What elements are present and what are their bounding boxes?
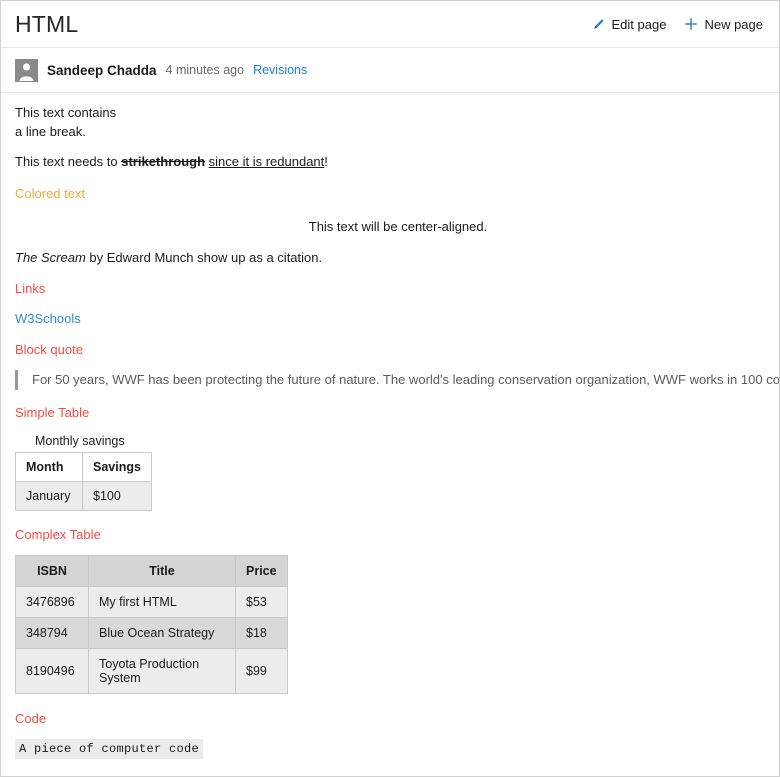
simple-table-cell-savings: $100 — [82, 481, 152, 511]
strike-prefix-text: This text needs to — [15, 154, 122, 169]
strikethrough-text: strikethrough — [121, 154, 206, 169]
table-row: 3476896 My first HTML $53 — [15, 586, 288, 618]
simple-table-header-savings: Savings — [82, 452, 152, 482]
page-title: HTML — [15, 10, 79, 37]
simple-table-header-month: Month — [15, 452, 83, 482]
line-break-paragraph: This text contains a line break. — [1, 103, 779, 141]
new-page-button[interactable]: New page — [684, 17, 763, 32]
revisions-link[interactable]: Revisions — [253, 63, 307, 77]
line-break-line-1: This text contains — [15, 105, 117, 120]
complex-table-header-title: Title — [88, 555, 236, 587]
wiki-page: HTML Edit page New page Sandeep Chadda 4… — [0, 0, 780, 777]
w3schools-link[interactable]: W3Schools — [1, 309, 779, 328]
complex-table-header-price: Price — [235, 555, 288, 587]
user-avatar-icon — [15, 58, 38, 82]
complex-table-cell-title: My first HTML — [88, 586, 236, 618]
strike-suffix-text: ! — [324, 154, 328, 169]
plus-icon — [684, 17, 698, 31]
complex-table-header-isbn: ISBN — [15, 555, 89, 587]
blockquote-text: For 50 years, WWF has been protecting th… — [32, 372, 779, 387]
complex-table-cell-title: Toyota Production System — [88, 648, 236, 694]
byline: Sandeep Chadda 4 minutes ago Revisions — [1, 48, 779, 93]
blockquote: For 50 years, WWF has been protecting th… — [1, 370, 779, 390]
section-heading-block-quote: Block quote — [15, 342, 83, 357]
section-heading-data: Data — [1, 773, 779, 776]
complex-table-cell-title: Blue Ocean Strategy — [88, 617, 236, 649]
simple-table: Month Savings January $100 — [15, 452, 152, 511]
complex-table-cell-isbn: 348794 — [15, 617, 89, 649]
strikethrough-paragraph: This text needs to strikethrough since i… — [1, 152, 779, 171]
page-content: This text contains a line break. This te… — [1, 93, 779, 776]
pencil-icon — [592, 17, 606, 31]
colored-text: Colored text — [15, 186, 86, 201]
center-aligned-text: This text will be center-aligned. — [308, 219, 488, 234]
code-wrapper: A piece of computer code — [1, 739, 779, 759]
table-header-row: ISBN Title Price — [15, 555, 288, 587]
complex-table-cell-price: $99 — [235, 648, 288, 694]
edit-page-label: Edit page — [611, 16, 667, 32]
author-name: Sandeep Chadda — [47, 62, 157, 78]
citation-title: The Scream — [15, 250, 86, 265]
underlined-text: since it is redundant — [208, 154, 325, 169]
header-actions: Edit page New page — [592, 17, 763, 32]
complex-table-wrapper: ISBN Title Price 3476896 My first HTML $… — [1, 555, 779, 694]
citation-rest: by Edward Munch show up as a citation. — [85, 250, 323, 265]
complex-table-cell-price: $18 — [235, 617, 288, 649]
simple-table-cell-month: January — [15, 481, 83, 511]
edit-page-button[interactable]: Edit page — [592, 16, 667, 32]
section-heading-complex-table: Complex Table — [15, 527, 101, 542]
line-break-line-2: a line break. — [15, 124, 86, 139]
page-header: HTML Edit page New page — [1, 1, 779, 48]
complex-table-cell-isbn: 8190496 — [15, 648, 89, 694]
complex-table: ISBN Title Price 3476896 My first HTML $… — [15, 555, 288, 694]
simple-table-wrapper: Monthly savings Month Savings January $1… — [1, 433, 779, 511]
section-heading-links: Links — [15, 281, 46, 296]
complex-table-cell-isbn: 3476896 — [15, 586, 89, 618]
code-snippet: A piece of computer code — [15, 739, 204, 759]
complex-table-cell-price: $53 — [235, 586, 288, 618]
table-row: 8190496 Toyota Production System $99 — [15, 648, 288, 694]
table-header-row: Month Savings — [15, 452, 152, 482]
new-page-label: New page — [704, 16, 763, 32]
section-heading-code: Code — [15, 711, 47, 726]
timestamp: 4 minutes ago — [165, 63, 245, 77]
table-row: 348794 Blue Ocean Strategy $18 — [15, 617, 288, 649]
table-row: January $100 — [15, 481, 152, 511]
simple-table-caption: Monthly savings — [35, 434, 125, 448]
citation-paragraph: The Scream by Edward Munch show up as a … — [1, 248, 779, 267]
section-heading-simple-table: Simple Table — [15, 405, 90, 420]
